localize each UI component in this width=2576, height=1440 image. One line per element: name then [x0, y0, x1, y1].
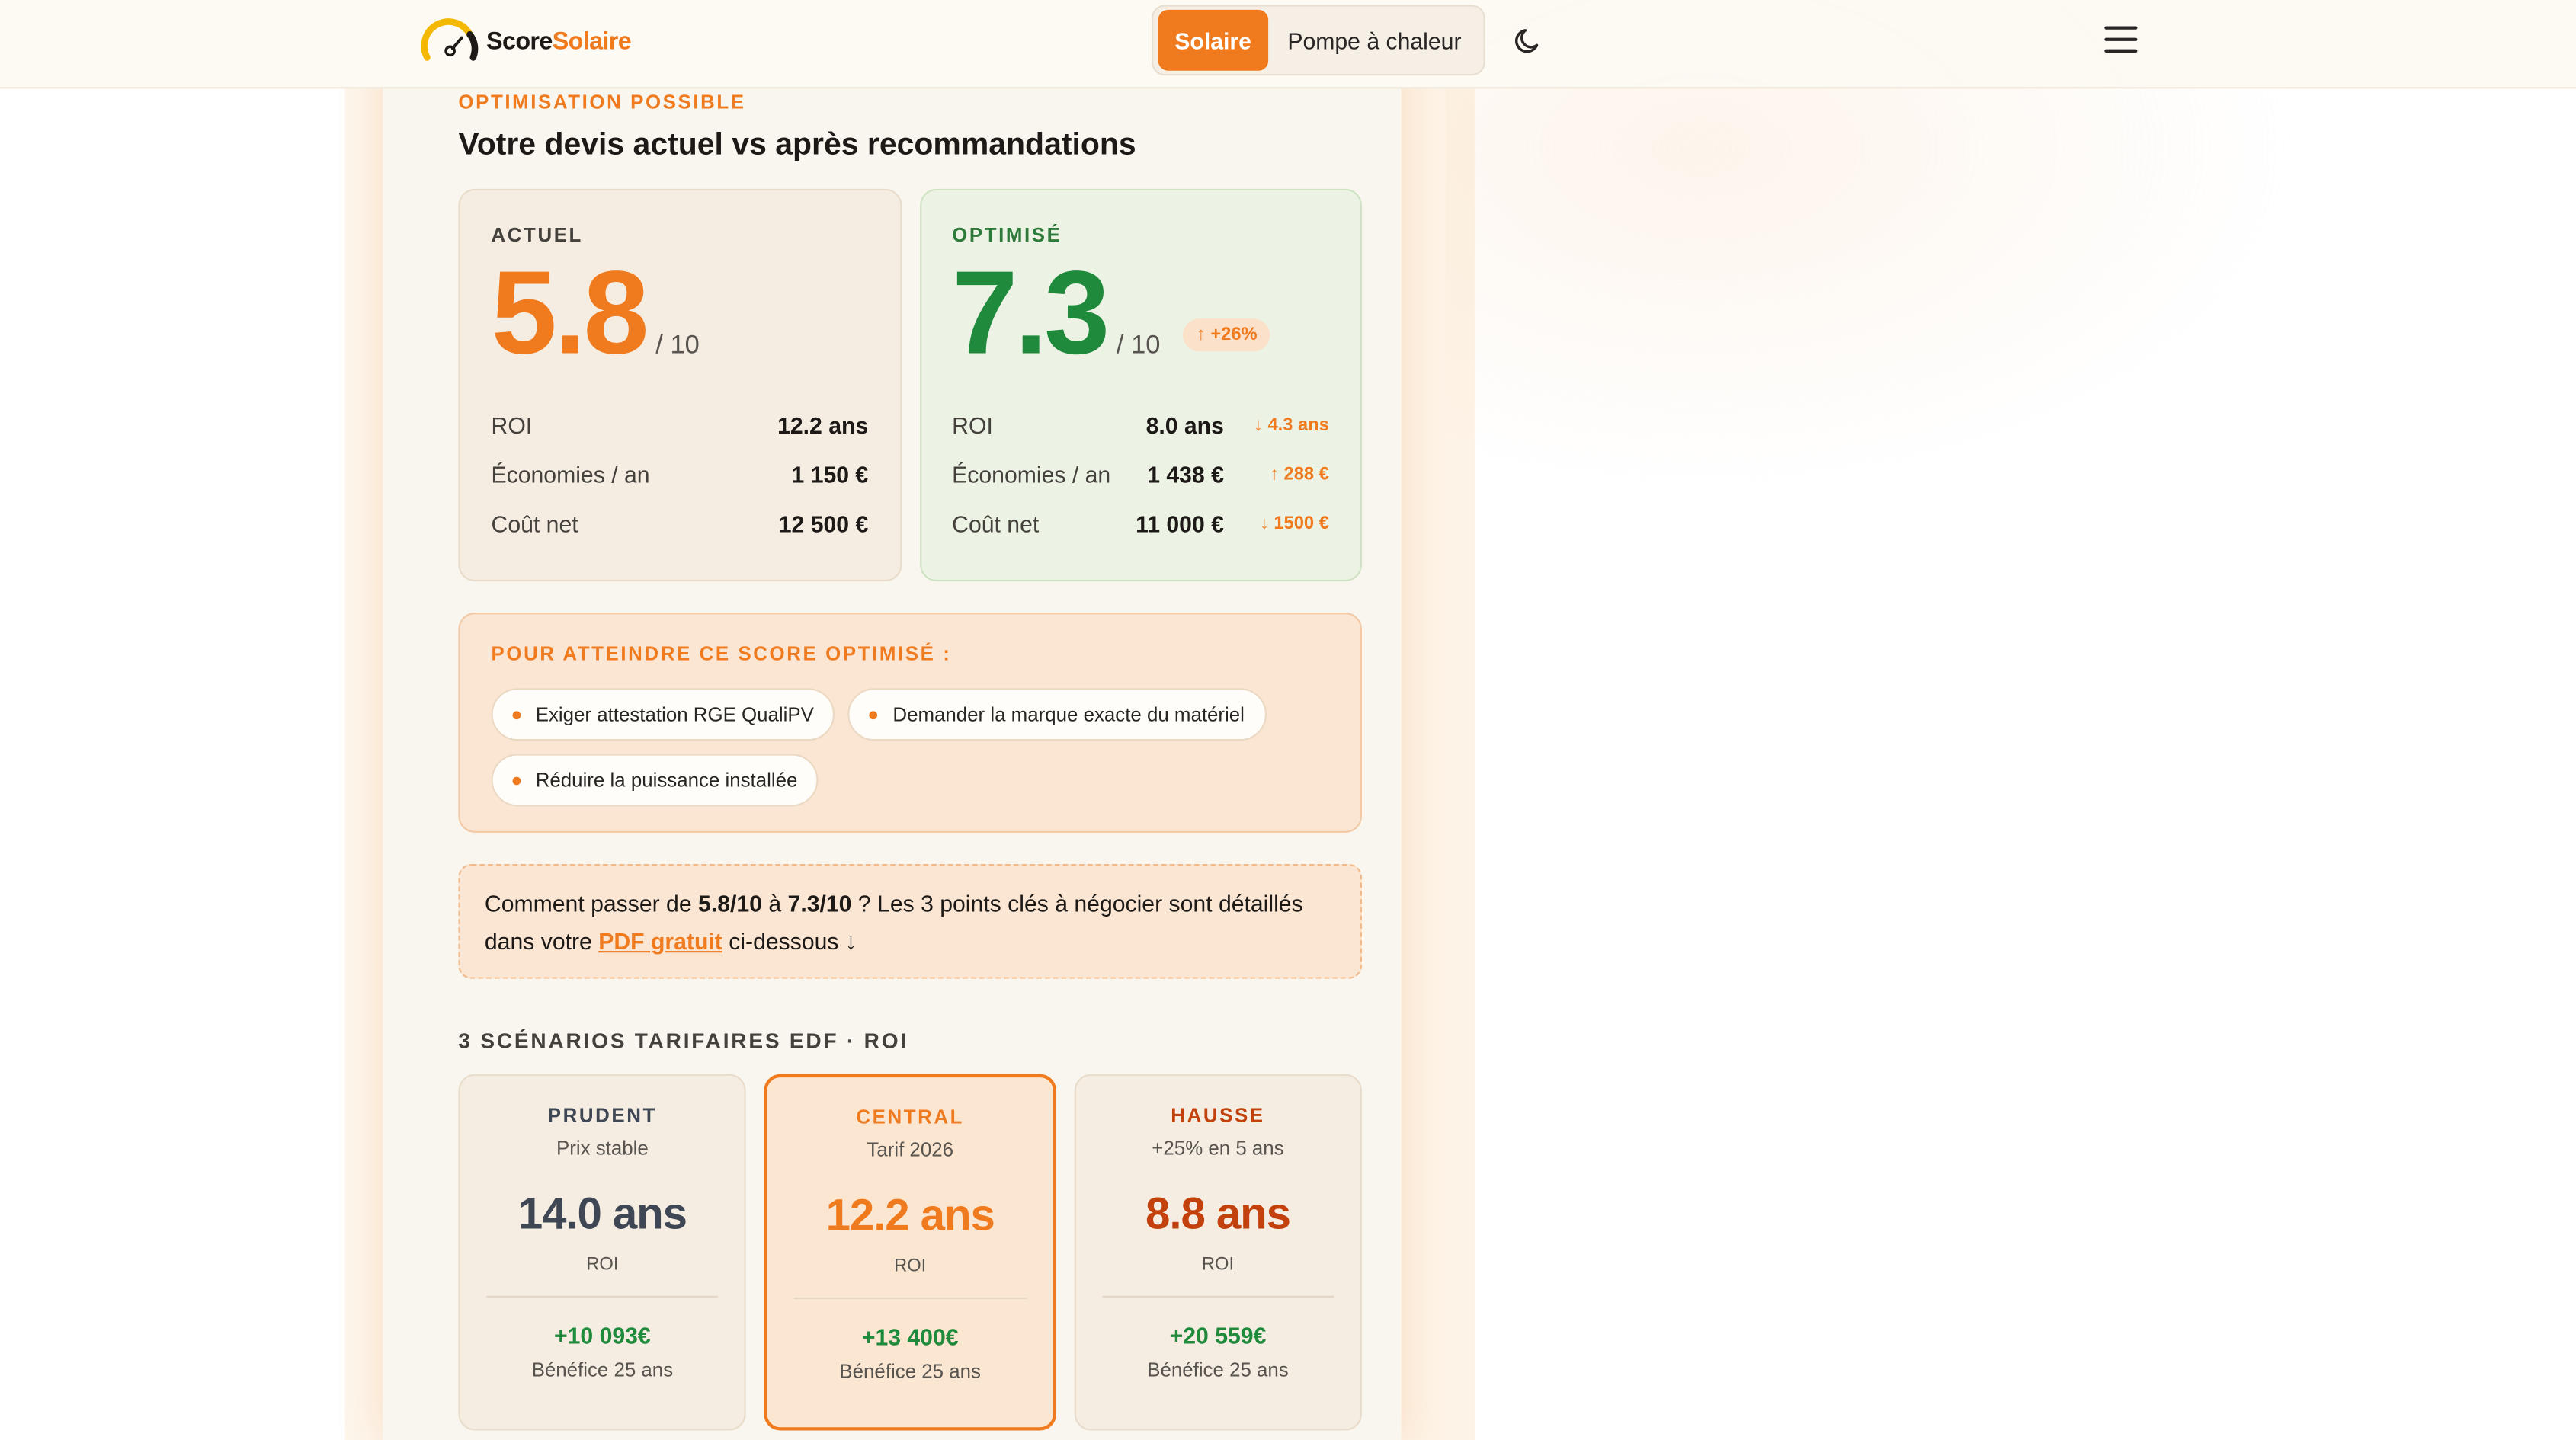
scenario-gain: +20 559€	[1169, 1322, 1267, 1349]
gauge-icon	[421, 18, 479, 61]
pdf-callout: Comment passer de 5.8/10 à 7.3/10 ? Les …	[458, 863, 1362, 979]
score-delta-badge: ↑ +26%	[1183, 318, 1270, 352]
current-score: 5.8	[491, 248, 649, 379]
optimized-out-of: / 10	[1116, 331, 1161, 360]
scenario-card-central: CENTRAL Tarif 2026 12.2 ans ROI +13 400€…	[764, 1074, 1056, 1431]
bullet-dot	[512, 710, 521, 719]
metric-delta: ↓ 1500 €	[1259, 514, 1329, 534]
menu-icon[interactable]	[2104, 26, 2138, 56]
optimized-score-line: 7.3 / 10 ↑ +26%	[952, 250, 1329, 378]
metric-key: Économies / an	[491, 461, 650, 488]
current-quote-card: ACTUEL 5.8 / 10 ROI 12.2 ans Économies / …	[458, 188, 902, 582]
optimized-label: OPTIMISÉ	[952, 223, 1062, 247]
optimized-metrics: ROI 8.0 ans ↓ 4.3 ans Économies / an 1 438 …	[952, 401, 1329, 549]
metric-delta: ↑ 288 €	[1270, 465, 1329, 485]
tab-pompe-a-chaleur[interactable]: Pompe à chaleur	[1274, 27, 1475, 53]
chip-label: Exiger attestation RGE QualiPV	[535, 702, 814, 726]
bullet-dot	[870, 710, 878, 719]
top-navbar: ScoreSolaire Solaire Pompe à chaleur	[0, 0, 2576, 89]
metric-row: Économies / an 1 150 €	[492, 450, 869, 500]
scenario-card-hausse: HAUSSE +25% en 5 ans 8.8 ans ROI +20 559…	[1074, 1074, 1362, 1431]
divider	[1101, 1295, 1334, 1298]
callout-target-score: 7.3/10	[787, 890, 852, 917]
scenario-roi-label: ROI	[894, 1256, 927, 1276]
scenario-gain-label: Bénéfice 25 ans	[1147, 1358, 1289, 1381]
current-out-of: / 10	[655, 331, 700, 360]
recommendation-chip[interactable]: Demander la marque exacte du matériel	[848, 688, 1266, 741]
bullet-dot	[512, 776, 521, 785]
scenario-gain: +13 400€	[861, 1323, 959, 1350]
scenarios-title: 3 SCÉNARIOS TARIFAIRES EDF · ROI	[458, 1028, 908, 1053]
scenario-subtitle: +25% en 5 ans	[1152, 1136, 1284, 1160]
scenario-roi-value: 12.2 ans	[825, 1190, 995, 1240]
scenario-name: PRUDENT	[547, 1103, 657, 1127]
metric-row: ROI 8.0 ans ↓ 4.3 ans	[952, 401, 1329, 450]
comparison: ACTUEL 5.8 / 10 ROI 12.2 ans Économies / …	[458, 188, 1362, 582]
scenario-name: HAUSSE	[1171, 1103, 1265, 1127]
recommendations-label: POUR ATTEINDRE CE SCORE OPTIMISÉ :	[491, 642, 952, 666]
scenario-roi-label: ROI	[586, 1254, 619, 1275]
metric-delta: ↓ 4.3 ans	[1254, 415, 1329, 436]
main-content: OPTIMISATION POSSIBLE Votre devis actuel…	[458, 88, 1362, 1431]
callout-text: ci-dessous ↓	[722, 927, 857, 955]
metric-value: 8.0 ans	[1145, 412, 1224, 439]
current-metrics: ROI 12.2 ans Économies / an 1 150 € Coût n…	[492, 401, 869, 549]
tab-solaire[interactable]: Solaire	[1158, 9, 1268, 71]
optimized-quote-card: OPTIMISÉ 7.3 / 10 ↑ +26% ROI 8.0 ans ↓ 4.3…	[919, 188, 1362, 582]
optimized-score: 7.3	[952, 248, 1110, 379]
scenario-roi-label: ROI	[1201, 1254, 1235, 1275]
metric-row: Coût net 12 500 €	[492, 499, 869, 549]
section-eyebrow: OPTIMISATION POSSIBLE	[458, 90, 746, 114]
callout-text: Comment passer de	[484, 890, 699, 917]
metric-value: 12 500 €	[778, 510, 869, 537]
current-label: ACTUEL	[491, 223, 583, 247]
current-score-line: 5.8 / 10	[492, 250, 869, 378]
metric-key: Coût net	[491, 510, 578, 537]
metric-row: ROI 12.2 ans	[492, 401, 869, 450]
logo[interactable]: ScoreSolaire	[421, 14, 632, 67]
recommendation-chip[interactable]: Exiger attestation RGE QualiPV	[491, 688, 835, 741]
metric-row: Coût net 11 000 € ↓ 1500 €	[952, 499, 1329, 549]
metric-value: 12.2 ans	[777, 412, 869, 439]
metric-value: 1 150 €	[791, 461, 869, 488]
recommendation-chip[interactable]: Réduire la puissance installée	[491, 754, 819, 807]
logo-text-score: Score	[486, 27, 553, 56]
product-switcher: Solaire Pompe à chaleur	[1152, 5, 1485, 76]
scenario-gain-label: Bénéfice 25 ans	[839, 1359, 981, 1384]
scenarios: PRUDENT Prix stable 14.0 ans ROI +10 093…	[458, 1074, 1362, 1431]
scenario-card-prudent: PRUDENT Prix stable 14.0 ans ROI +10 093…	[458, 1074, 747, 1431]
divider	[793, 1297, 1027, 1300]
recommendations-panel: POUR ATTEINDRE CE SCORE OPTIMISÉ : Exige…	[458, 613, 1362, 833]
page-title: Votre devis actuel vs après recommandati…	[458, 128, 1136, 163]
logo-text: ScoreSolaire	[486, 27, 632, 56]
logo-text-solaire: Solaire	[552, 27, 632, 56]
scenario-gain-label: Bénéfice 25 ans	[531, 1358, 674, 1381]
divider	[486, 1295, 719, 1298]
metric-key: ROI	[491, 412, 533, 439]
recommendation-chips: Exiger attestation RGE QualiPV Demander …	[491, 688, 1313, 807]
callout-text: à	[761, 890, 788, 917]
scenario-subtitle: Tarif 2026	[867, 1138, 953, 1162]
callout-current-score: 5.8/10	[698, 890, 762, 917]
scenario-subtitle: Prix stable	[556, 1136, 649, 1160]
metric-key: ROI	[952, 412, 993, 439]
scenario-name: CENTRAL	[856, 1105, 965, 1128]
metric-value: 1 438 €	[1147, 461, 1224, 488]
scenario-roi-value: 8.8 ans	[1145, 1189, 1291, 1239]
moon-icon[interactable]	[1511, 24, 1544, 57]
metric-row: Économies / an 1 438 € ↑ 288 €	[952, 450, 1329, 500]
pdf-link[interactable]: PDF gratuit	[598, 928, 722, 954]
metric-key: Économies / an	[952, 461, 1111, 488]
scenario-gain: +10 093€	[554, 1322, 651, 1349]
metric-value: 11 000 €	[1136, 510, 1224, 537]
scenario-roi-value: 14.0 ans	[517, 1189, 687, 1239]
chip-label: Réduire la puissance installée	[535, 768, 798, 792]
chip-label: Demander la marque exacte du matériel	[892, 702, 1245, 726]
metric-key: Coût net	[952, 510, 1040, 537]
